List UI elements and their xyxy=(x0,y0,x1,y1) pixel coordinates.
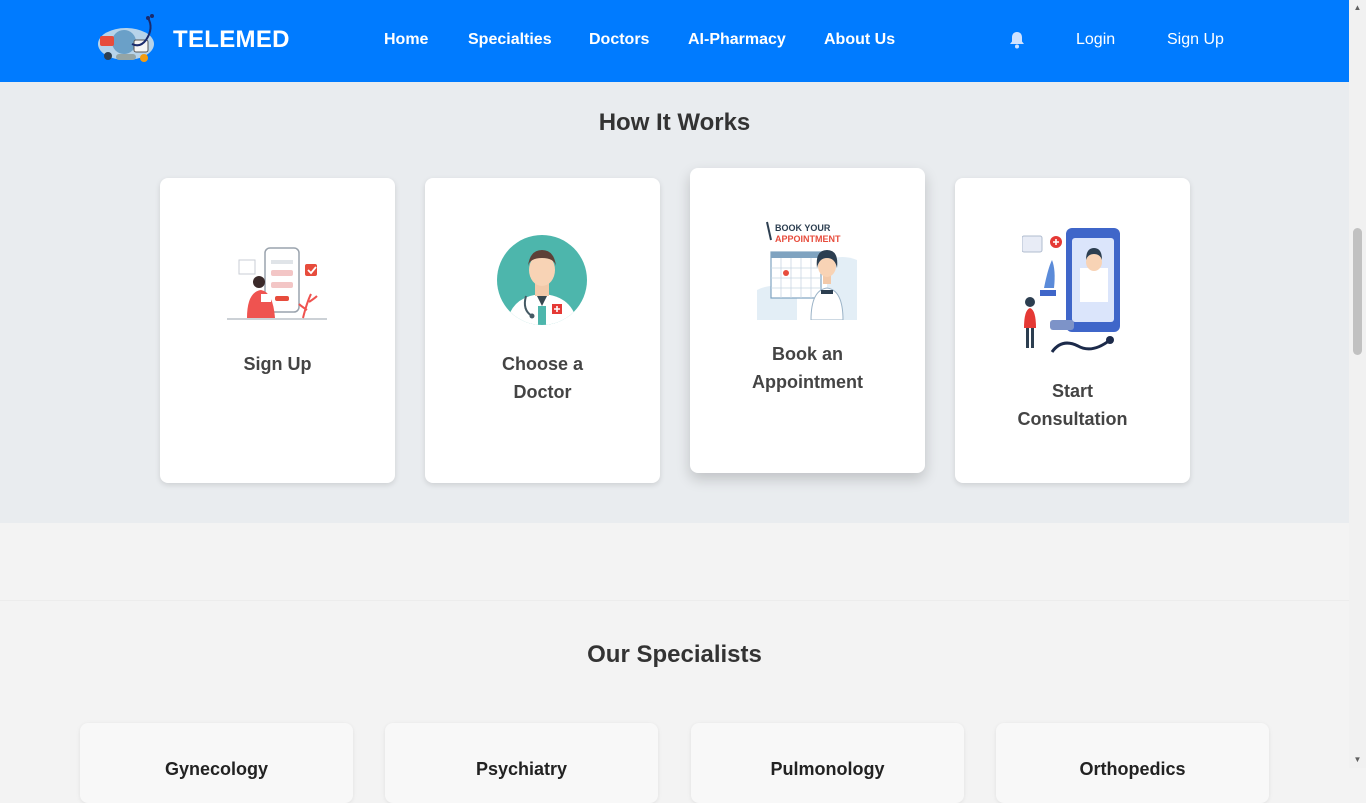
illustration-text-appointment: APPOINTMENT xyxy=(775,234,841,244)
scroll-down-arrow-icon[interactable]: ▼ xyxy=(1353,756,1362,764)
top-navbar: TELEMED Home Specialties Doctors AI-Phar… xyxy=(0,0,1349,82)
page-scrollbar[interactable]: ▲ ▼ xyxy=(1349,0,1366,768)
our-specialists-title: Our Specialists xyxy=(587,641,762,668)
doctor-avatar-illustration xyxy=(497,235,587,325)
signup-link[interactable]: Sign Up xyxy=(1167,31,1224,49)
step-label-line1: Sign Up xyxy=(243,354,312,374)
nav-links: Home Specialties Doctors AI-Pharmacy Abo… xyxy=(0,0,1349,82)
specialist-card-pulmonology[interactable]: Pulmonology xyxy=(691,723,964,803)
nav-about-us[interactable]: About Us xyxy=(824,31,895,49)
nav-doctors[interactable]: Doctors xyxy=(589,31,649,49)
step-card-choose-doctor[interactable]: Choose a Doctor xyxy=(425,178,660,483)
step-card-start-consultation[interactable]: Start Consultation xyxy=(955,178,1190,483)
step-label-line2: Doctor xyxy=(513,382,572,402)
nav-specialties[interactable]: Specialties xyxy=(468,31,552,49)
sign-up-illustration xyxy=(227,247,327,320)
specialist-card-gynecology[interactable]: Gynecology xyxy=(80,723,353,803)
our-specialists-section: Our Specialists Gynecology Psychiatry Pu… xyxy=(0,600,1349,803)
step-label-line2: Appointment xyxy=(752,372,863,392)
scrollbar-thumb[interactable] xyxy=(1353,228,1362,355)
nav-ai-pharmacy[interactable]: AI-Pharmacy xyxy=(688,31,786,49)
specialist-name: Pulmonology xyxy=(770,759,885,779)
notification-bell-icon[interactable] xyxy=(1009,31,1025,49)
scroll-up-arrow-icon[interactable]: ▲ xyxy=(1353,4,1362,12)
nav-home[interactable]: Home xyxy=(384,31,428,49)
step-label-line1: Book an xyxy=(771,344,843,364)
specialist-name: Gynecology xyxy=(164,759,269,779)
step-label-line1: Choose a xyxy=(501,354,584,374)
specialist-name: Orthopedics xyxy=(1079,759,1186,779)
step-label-line1: Start xyxy=(1051,381,1093,401)
step-card-sign-up[interactable]: Sign Up xyxy=(160,178,395,483)
how-it-works-title: How It Works xyxy=(598,109,751,136)
specialist-card-psychiatry[interactable]: Psychiatry xyxy=(385,723,658,803)
video-consultation-illustration xyxy=(1022,228,1120,353)
illustration-text-book-your: BOOK YOUR xyxy=(775,223,831,233)
book-appointment-illustration: BOOK YOUR APPOINTMENT xyxy=(757,220,857,320)
login-link[interactable]: Login xyxy=(1076,31,1115,49)
specialist-name: Psychiatry xyxy=(475,759,568,779)
step-label-line2: Consultation xyxy=(1017,409,1128,429)
specialist-card-orthopedics[interactable]: Orthopedics xyxy=(996,723,1269,803)
step-card-book-appointment[interactable]: BOOK YOUR APPOINTMENT Book an Appointmen… xyxy=(690,168,925,473)
how-it-works-section: How It Works Sign Up Choose a Doctor BOO… xyxy=(0,82,1349,523)
